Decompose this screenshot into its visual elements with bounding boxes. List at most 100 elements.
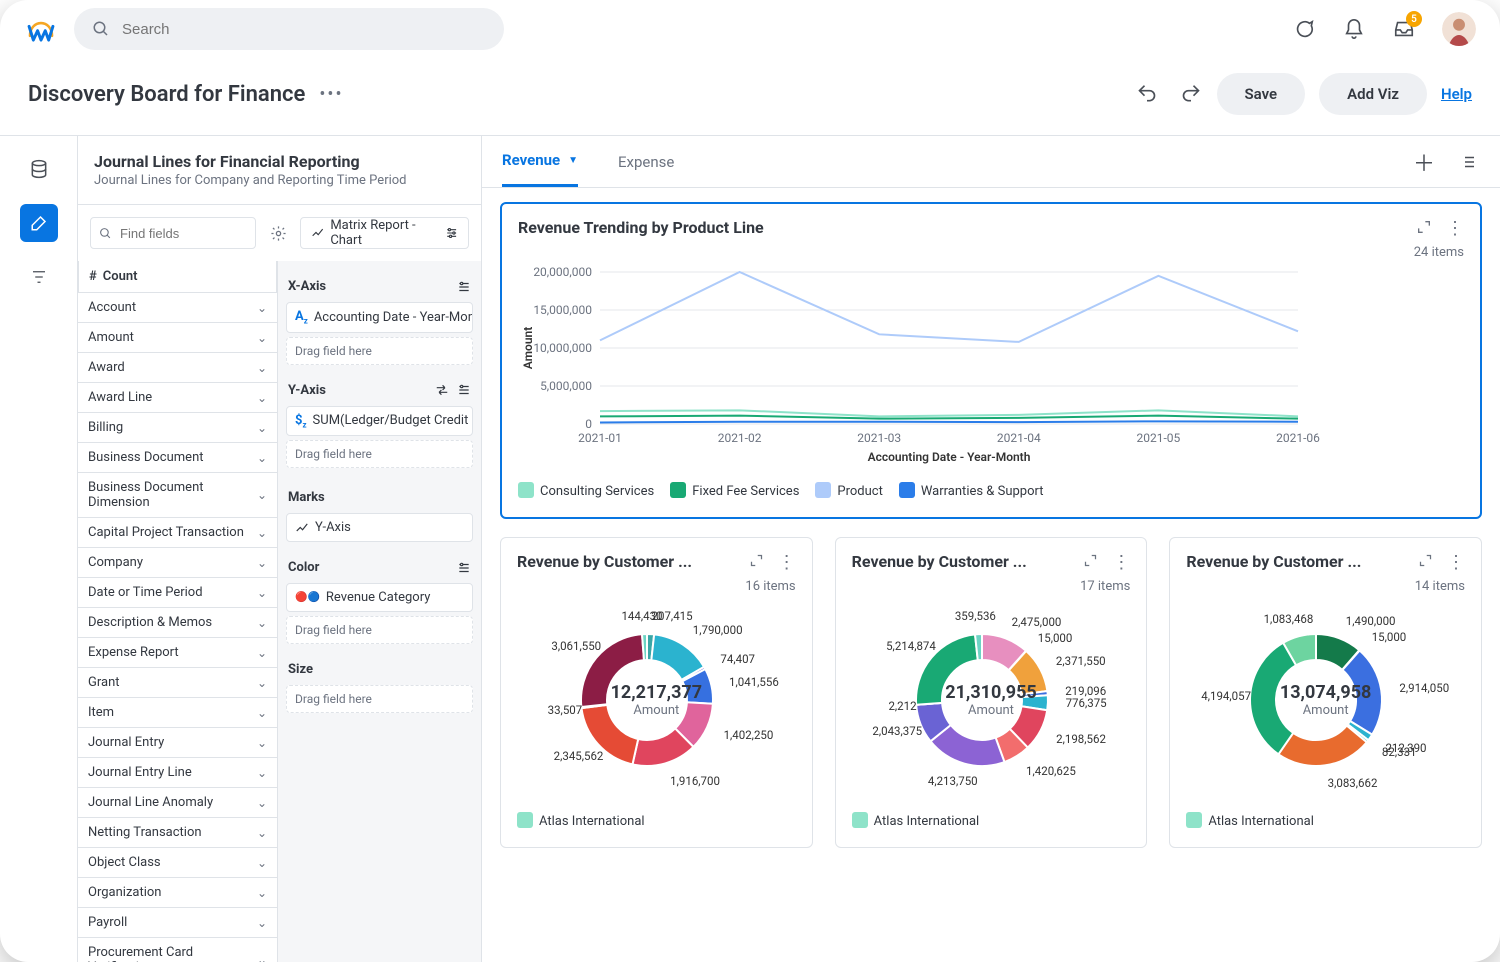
x-axis-head: X-Axis: [286, 271, 473, 302]
expand-icon[interactable]: [749, 553, 764, 572]
settings-icon[interactable]: [262, 217, 294, 249]
card-revenue-customer[interactable]: Revenue by Customer ... ⋮ 14 items 1,490…: [1169, 537, 1482, 848]
svg-text:15,000,000: 15,000,000: [533, 303, 592, 317]
add-tab-icon[interactable]: ＋: [1412, 150, 1436, 174]
page-title: Discovery Board for Finance: [28, 82, 305, 107]
expand-icon[interactable]: [1418, 553, 1433, 572]
field-item[interactable]: Journal Entry Line⌄: [78, 758, 277, 788]
dataset-title: Journal Lines for Financial Reporting: [94, 152, 465, 171]
field-item[interactable]: Object Class⌄: [78, 848, 277, 878]
field-item[interactable]: Description & Memos⌄: [78, 608, 277, 638]
field-item[interactable]: Capital Project Transaction⌄: [78, 518, 277, 548]
field-item[interactable]: Journal Entry⌄: [78, 728, 277, 758]
field-item[interactable]: Netting Transaction⌄: [78, 818, 277, 848]
help-link[interactable]: Help: [1441, 85, 1472, 103]
card-menu-icon[interactable]: ⋮: [1112, 552, 1130, 573]
expand-icon[interactable]: [1083, 553, 1098, 572]
field-item[interactable]: Award Line⌄: [78, 383, 277, 413]
field-item[interactable]: Company⌄: [78, 548, 277, 578]
legend-item[interactable]: Atlas International: [517, 812, 645, 829]
marks-chip[interactable]: Y-Axis: [286, 513, 473, 542]
chevron-down-icon: ⌄: [257, 391, 267, 405]
chevron-down-icon: ⌄: [257, 766, 267, 780]
field-item[interactable]: Billing⌄: [78, 413, 277, 443]
svg-text:5,000,000: 5,000,000: [540, 379, 592, 393]
field-item[interactable]: Business Document⌄: [78, 443, 277, 473]
save-button[interactable]: Save: [1217, 73, 1306, 115]
sliders-icon[interactable]: [457, 561, 471, 575]
app-logo[interactable]: [24, 12, 58, 46]
card-revenue-customer[interactable]: Revenue by Customer ... ⋮ 17 items 2,475…: [835, 537, 1148, 848]
chevron-down-icon: ⌄: [257, 953, 267, 962]
sliders-icon[interactable]: [457, 383, 471, 397]
field-item[interactable]: Amount⌄: [78, 323, 277, 353]
more-actions-icon[interactable]: •••: [319, 84, 343, 105]
chevron-down-icon: ⌄: [257, 736, 267, 750]
legend-item[interactable]: Warranties & Support: [899, 482, 1044, 499]
size-drop[interactable]: Drag field here: [286, 685, 473, 713]
field-item[interactable]: Grant⌄: [78, 668, 277, 698]
find-fields[interactable]: [90, 217, 256, 249]
color-drop[interactable]: Drag field here: [286, 616, 473, 644]
rail-filter-icon[interactable]: [20, 258, 58, 296]
search-input[interactable]: [120, 20, 486, 39]
avatar[interactable]: [1442, 12, 1476, 46]
undo-icon[interactable]: [1135, 82, 1159, 106]
sliders-icon[interactable]: [457, 280, 471, 294]
report-type-label: Matrix Report - Chart: [330, 218, 444, 248]
legend-item[interactable]: Atlas International: [1186, 812, 1314, 829]
field-item[interactable]: Item⌄: [78, 698, 277, 728]
field-item[interactable]: Payroll⌄: [78, 908, 277, 938]
field-item[interactable]: Account⌄: [78, 293, 277, 323]
field-item[interactable]: Journal Line Anomaly⌄: [78, 788, 277, 818]
expand-icon[interactable]: [1416, 219, 1432, 239]
redo-icon[interactable]: [1179, 82, 1203, 106]
report-type[interactable]: Matrix Report - Chart: [300, 217, 469, 249]
size-head: Size: [286, 654, 473, 685]
y-axis-head: Y-Axis: [286, 375, 473, 406]
card-title: Revenue by Customer ...: [1186, 552, 1361, 571]
card-revenue-trending[interactable]: Revenue Trending by Product Line ⋮ 24 it…: [500, 202, 1482, 519]
field-count[interactable]: # Count: [78, 261, 277, 293]
inbox-icon[interactable]: 5: [1392, 17, 1416, 41]
chevron-down-icon: ⌄: [257, 451, 267, 465]
field-item[interactable]: Expense Report⌄: [78, 638, 277, 668]
chevron-down-icon: ⌄: [257, 526, 267, 540]
chevron-down-icon: ⌄: [257, 556, 267, 570]
card-menu-icon[interactable]: ⋮: [778, 552, 796, 573]
y-axis-chip[interactable]: $zSUM(Ledger/Budget Credit ...: [286, 406, 473, 437]
tab-revenue[interactable]: Revenue▼: [502, 136, 578, 187]
field-item[interactable]: Procurement Card Verification⌄: [78, 938, 277, 962]
rail-edit-icon[interactable]: [20, 204, 58, 242]
card-revenue-customer[interactable]: Revenue by Customer ... ⋮ 16 items 207,4…: [500, 537, 813, 848]
x-axis-chip[interactable]: AzAccounting Date - Year-Month: [286, 302, 473, 333]
svg-text:2021-01: 2021-01: [578, 431, 622, 445]
field-item[interactable]: Organization⌄: [78, 878, 277, 908]
global-search[interactable]: [74, 8, 504, 50]
rail-data-icon[interactable]: [20, 150, 58, 188]
chevron-down-icon: ⌄: [257, 646, 267, 660]
color-chip[interactable]: 🔴🔵Revenue Category: [286, 583, 473, 612]
card-menu-icon[interactable]: ⋮: [1447, 552, 1465, 573]
list-icon[interactable]: [1456, 150, 1480, 174]
svg-text:0: 0: [585, 417, 592, 431]
card-menu-icon[interactable]: ⋮: [1446, 218, 1464, 239]
x-axis-drop[interactable]: Drag field here: [286, 337, 473, 365]
field-item[interactable]: Business Document Dimension⌄: [78, 473, 277, 518]
legend-item[interactable]: Product: [815, 482, 882, 499]
legend-item[interactable]: Consulting Services: [518, 482, 654, 499]
legend-item[interactable]: Atlas International: [852, 812, 980, 829]
field-item[interactable]: Award⌄: [78, 353, 277, 383]
chevron-down-icon: ⌄: [257, 856, 267, 870]
chevron-down-icon: ⌄: [257, 421, 267, 435]
chevron-down-icon: ⌄: [257, 916, 267, 930]
swap-icon[interactable]: [435, 383, 449, 397]
add-viz-button[interactable]: Add Viz: [1319, 73, 1427, 115]
chat-icon[interactable]: [1292, 17, 1316, 41]
tab-expense[interactable]: Expense: [618, 136, 674, 187]
field-item[interactable]: Date or Time Period⌄: [78, 578, 277, 608]
y-axis-drop[interactable]: Drag field here: [286, 440, 473, 468]
bell-icon[interactable]: [1342, 17, 1366, 41]
find-fields-input[interactable]: [118, 225, 247, 242]
legend-item[interactable]: Fixed Fee Services: [670, 482, 799, 499]
